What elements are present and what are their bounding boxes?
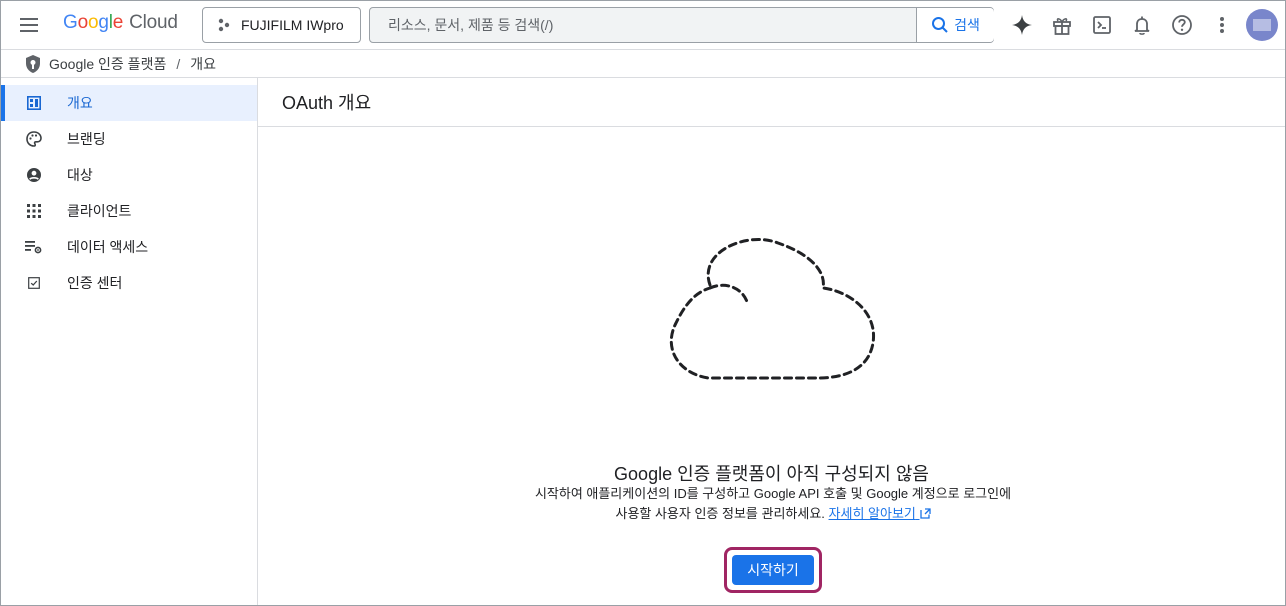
- start-button-highlight: 시작하기: [724, 547, 822, 593]
- gemini-sparkle-icon[interactable]: [1008, 11, 1036, 39]
- project-name: FUJIFILM IWpro: [241, 17, 344, 33]
- breadcrumb-separator: /: [176, 55, 181, 72]
- sidebar-item-label: 데이터 액세스: [67, 239, 149, 255]
- breadcrumb: Google 인증 플랫폼 / 개요: [1, 49, 1285, 78]
- sidebar-item-clients[interactable]: 클라이언트: [1, 193, 257, 229]
- sidebar-item-branding[interactable]: 브랜딩: [1, 121, 257, 157]
- sidebar-item-overview[interactable]: 개요: [1, 85, 257, 121]
- cloud-shell-icon[interactable]: [1088, 11, 1116, 39]
- page-title: OAuth 개요: [258, 78, 1285, 127]
- sidebar-item-label: 개요: [67, 95, 93, 111]
- search-input[interactable]: [370, 8, 916, 42]
- more-vert-icon[interactable]: [1208, 11, 1236, 39]
- sidebar-item-label: 클라이언트: [67, 203, 132, 219]
- search-button[interactable]: 검색: [916, 8, 994, 42]
- search-icon: [932, 17, 948, 33]
- checkbox-icon: [25, 274, 43, 292]
- project-picker-button[interactable]: FUJIFILM IWpro: [202, 7, 361, 43]
- gift-icon[interactable]: [1048, 11, 1076, 39]
- main-content: OAuth 개요 Google 인증 플랫폼이 아직 구성되지 않음 시작하여 …: [258, 78, 1285, 605]
- sidebar-item-data-access[interactable]: 데이터 액세스: [1, 229, 257, 265]
- empty-state-title: Google 인증 플랫폼이 아직 구성되지 않음: [614, 464, 929, 484]
- help-icon[interactable]: [1168, 11, 1196, 39]
- google-cloud-logo[interactable]: Google Cloud: [63, 12, 178, 34]
- breadcrumb-item-auth-platform[interactable]: Google 인증 플랫폼: [49, 54, 166, 74]
- sidebar-item-verification-center[interactable]: 인증 센터: [1, 265, 257, 301]
- project-hub-icon: [218, 18, 230, 32]
- open-in-new-icon: [919, 508, 931, 519]
- sidebar-item-audience[interactable]: 대상: [1, 157, 257, 193]
- dashboard-icon: [25, 94, 43, 112]
- sidebar-item-label: 인증 센터: [67, 275, 123, 291]
- palette-icon: [25, 130, 43, 148]
- shield-icon: [23, 54, 43, 74]
- app-window: GoogleCloud FUJIFILM IWpro 검색: [0, 0, 1286, 606]
- data-settings-icon: [25, 238, 43, 256]
- learn-more-link[interactable]: 자세히 알아보기: [829, 506, 931, 521]
- account-avatar[interactable]: [1246, 9, 1278, 41]
- empty-state-description: 시작하여 애플리케이션의 ID를 구성하고 Google API 호출 및 Go…: [534, 486, 1012, 521]
- bell-icon[interactable]: [1128, 11, 1156, 39]
- breadcrumb-item-overview: 개요: [190, 55, 216, 72]
- menu-icon[interactable]: [15, 11, 43, 39]
- top-bar: GoogleCloud FUJIFILM IWpro 검색: [1, 1, 1285, 49]
- sidebar-item-label: 브랜딩: [67, 131, 106, 147]
- account-circle-icon: [25, 166, 43, 184]
- cloud-illustration: [669, 238, 875, 380]
- search-bar: 검색: [369, 7, 994, 43]
- sidebar: 개요 브랜딩 대상 클라이언트 데이터 액세스 인증 센터: [1, 78, 258, 605]
- start-button[interactable]: 시작하기: [732, 555, 814, 585]
- sidebar-item-label: 대상: [67, 167, 93, 183]
- apps-grid-icon: [25, 202, 43, 220]
